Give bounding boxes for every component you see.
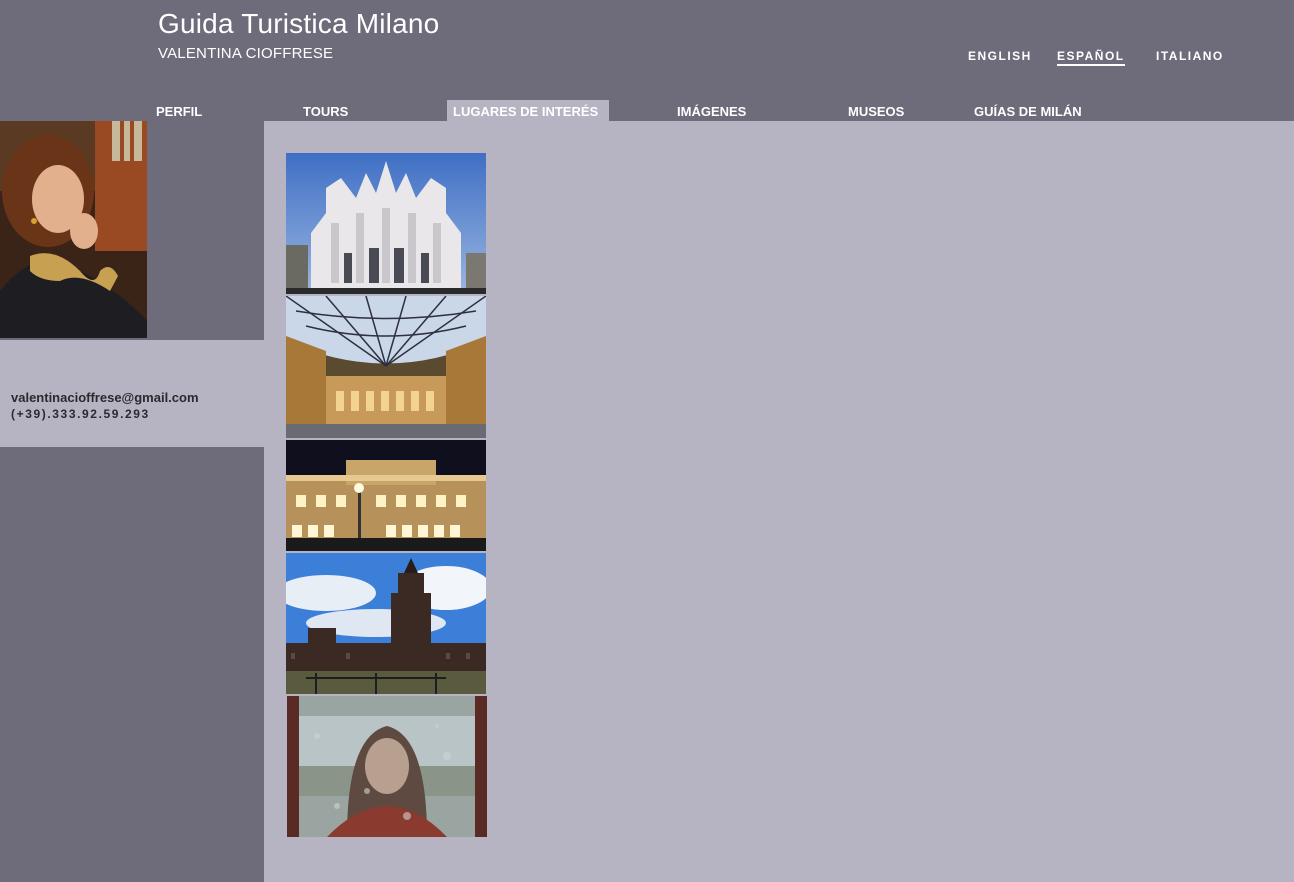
duomo-image[interactable] (286, 153, 486, 294)
nav-perfil[interactable]: PERFIL (150, 100, 208, 121)
nav-guias-de-milan[interactable]: GUÍAS DE MILÁN (968, 100, 1088, 121)
nav-tours[interactable]: TOURS (297, 100, 354, 121)
site-subtitle: VALENTINA CIOFFRESE (158, 45, 334, 62)
galleria-image[interactable] (286, 296, 486, 438)
nav-lugares-de-interes[interactable]: LUGARES DE INTERÉS (447, 100, 609, 121)
contact-box: valentinacioffrese@gmail.com (+39).333.9… (0, 340, 264, 447)
main-content (264, 121, 1294, 882)
contact-phone: (+39).333.92.59.293 (11, 407, 150, 421)
lang-espanol-link[interactable]: ESPAÑOL (1057, 49, 1125, 66)
site-title[interactable]: Guida Turistica Milano (158, 8, 439, 40)
site-header: Guida Turistica Milano VALENTINA CIOFFRE… (0, 0, 1294, 121)
lang-english-link[interactable]: ENGLISH (968, 49, 1032, 63)
fresco-image[interactable] (287, 696, 487, 837)
lang-italiano-link[interactable]: ITALIANO (1156, 49, 1224, 63)
nav-imagenes[interactable]: IMÁGENES (671, 100, 752, 121)
guide-portrait-photo (0, 121, 147, 338)
nav-museos[interactable]: MUSEOS (842, 100, 910, 121)
contact-email[interactable]: valentinacioffrese@gmail.com (11, 390, 199, 405)
sforza-castle-image[interactable] (286, 553, 486, 694)
scala-theatre-image[interactable] (286, 440, 486, 551)
